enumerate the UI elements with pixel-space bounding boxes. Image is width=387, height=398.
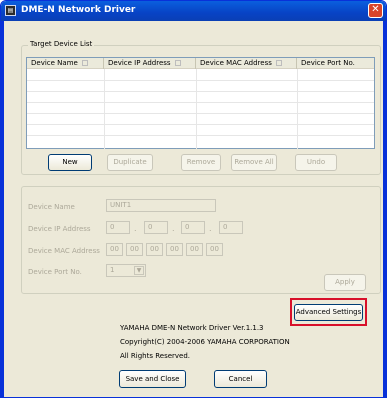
row-divider	[27, 135, 374, 136]
sort-checkbox-icon	[174, 60, 181, 66]
remove-all-button[interactable]: Remove All	[231, 154, 277, 171]
row-divider	[27, 113, 374, 114]
device-port-label: Device Port No.	[28, 268, 82, 276]
column-divider	[104, 69, 105, 149]
window-border-right	[383, 21, 386, 397]
mac-octet-field[interactable]: 00	[186, 243, 203, 256]
apply-button[interactable]: Apply	[324, 274, 366, 291]
version-text: YAMAHA DME-N Network Driver Ver.1.1.3	[120, 324, 264, 332]
list-header: Device Name Device IP Address Device MAC…	[27, 58, 374, 69]
ip-separator: .	[172, 224, 175, 233]
column-header-device-mac[interactable]: Device MAC Address	[196, 58, 297, 69]
title-bar[interactable]: ▤ DME-N Network Driver ✕	[1, 1, 386, 21]
device-list[interactable]: Device Name Device IP Address Device MAC…	[26, 57, 375, 149]
row-divider	[27, 80, 374, 81]
sort-checkbox-icon	[81, 60, 88, 66]
column-header-device-name[interactable]: Device Name	[27, 58, 104, 69]
copyright-text: Copyright(C) 2004-2006 YAMAHA CORPORATIO…	[120, 338, 290, 346]
remove-button[interactable]: Remove	[181, 154, 221, 171]
close-button[interactable]: ✕	[368, 3, 383, 18]
column-label: Device MAC Address	[200, 59, 272, 67]
highlight-box	[290, 298, 367, 326]
mac-octet-field[interactable]: 00	[146, 243, 163, 256]
row-divider	[27, 91, 374, 92]
window-border-left	[1, 21, 4, 397]
chevron-down-icon: ▼	[134, 266, 144, 275]
mac-octet-field[interactable]: 00	[166, 243, 183, 256]
save-and-close-button[interactable]: Save and Close	[119, 370, 186, 388]
device-ip-label: Device IP Address	[28, 225, 91, 233]
ip-octet-field[interactable]: 0	[219, 221, 243, 234]
app-icon: ▤	[5, 5, 16, 16]
device-port-value: 1	[110, 266, 115, 274]
column-label: Device Port No.	[301, 59, 355, 67]
window-title: DME-N Network Driver	[21, 5, 136, 15]
column-divider	[196, 69, 197, 149]
device-mac-label: Device MAC Address	[28, 247, 100, 255]
device-port-select[interactable]: 1 ▼	[106, 264, 146, 277]
mac-octet-field[interactable]: 00	[206, 243, 223, 256]
ip-octet-field[interactable]: 0	[106, 221, 130, 234]
ip-separator: .	[209, 224, 212, 233]
rights-text: All Rights Reserved.	[120, 352, 191, 360]
column-divider	[297, 69, 298, 149]
mac-octet-field[interactable]: 00	[106, 243, 123, 256]
new-button[interactable]: New	[48, 154, 92, 171]
undo-button[interactable]: Undo	[295, 154, 337, 171]
mac-octet-field[interactable]: 00	[126, 243, 143, 256]
duplicate-button[interactable]: Duplicate	[107, 154, 153, 171]
sort-checkbox-icon	[275, 60, 282, 66]
device-name-label: Device Name	[28, 203, 75, 211]
ip-octet-field[interactable]: 0	[181, 221, 205, 234]
row-divider	[27, 124, 374, 125]
column-header-device-ip[interactable]: Device IP Address	[104, 58, 196, 69]
cancel-button[interactable]: Cancel	[214, 370, 267, 388]
column-header-device-port[interactable]: Device Port No.	[297, 58, 374, 69]
ip-octet-field[interactable]: 0	[144, 221, 168, 234]
dialog-window: ▤ DME-N Network Driver ✕ Target Device L…	[0, 0, 387, 398]
ip-separator: .	[134, 224, 137, 233]
row-divider	[27, 102, 374, 103]
device-name-field[interactable]: UNIT1	[106, 199, 216, 212]
target-device-list-label: Target Device List	[28, 40, 95, 48]
column-label: Device IP Address	[108, 59, 171, 67]
column-label: Device Name	[31, 59, 78, 67]
